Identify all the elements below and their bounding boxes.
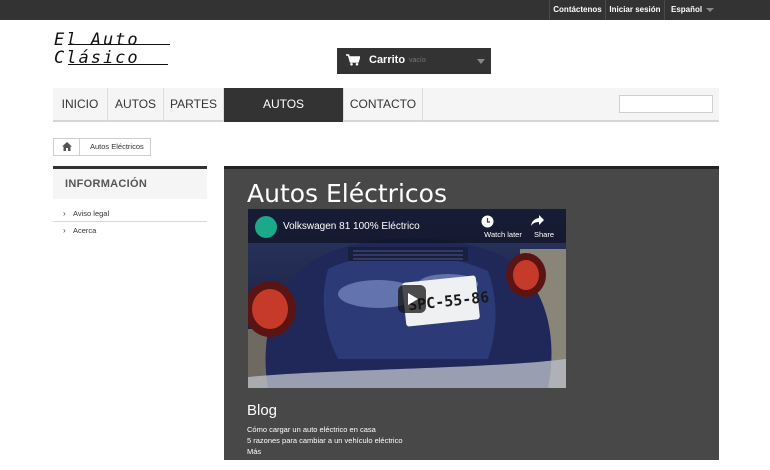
main-content: Autos Eléctricos SPC-55-86 Volkswagen 81… [224, 166, 719, 460]
chevron-down-icon [706, 8, 714, 12]
sidebar-title: INFORMACIÓN [53, 166, 207, 199]
language-label: Español [671, 5, 703, 14]
blog-link[interactable]: 5 razones para cambiar a un vehículo elé… [247, 436, 403, 445]
language-selector[interactable]: Español [664, 0, 724, 20]
search-input[interactable] [619, 95, 713, 113]
chevron-down-icon [477, 59, 485, 64]
home-icon [62, 142, 72, 151]
nav-item-partes[interactable]: PARTES [164, 88, 224, 122]
site-logo[interactable]: El Auto Clásico [54, 30, 174, 68]
chevron-right-icon: › [63, 209, 66, 218]
cart-status: vacío [409, 57, 426, 64]
sidebar-item-label: Acerca [73, 226, 97, 235]
sidebar: INFORMACIÓN › Aviso legal › Acerca [53, 166, 207, 239]
watch-later-label: Watch later [484, 230, 522, 239]
clock-icon [481, 215, 494, 228]
nav-item-inicio[interactable]: INICIO [53, 88, 108, 122]
share-button[interactable]: Share [531, 215, 557, 239]
video-player[interactable]: SPC-55-86 Volkswagen 81 100% Eléctrico W… [248, 209, 566, 388]
nav-item-contacto[interactable]: CONTACTO [344, 88, 423, 122]
share-label: Share [533, 230, 554, 239]
sidebar-item-label: Aviso legal [73, 209, 110, 218]
share-icon [531, 215, 544, 226]
channel-avatar[interactable] [255, 216, 277, 238]
main-nav: INICIO AUTOS PARTES AUTOS ELÉCTRICOS CON… [53, 88, 719, 144]
video-title[interactable]: Volkswagen 81 100% Eléctrico [283, 221, 420, 232]
breadcrumb-home[interactable] [54, 139, 80, 155]
top-bar: Contáctenos Iniciar sesión Español [0, 0, 770, 20]
breadcrumb-current: Autos Eléctricos [90, 142, 144, 151]
page-title: Autos Eléctricos [247, 179, 447, 208]
blog-heading: Blog [247, 402, 278, 419]
contact-link[interactable]: Contáctenos [549, 0, 605, 20]
logo-line-1: El Auto [54, 30, 140, 50]
sidebar-item-acerca[interactable]: › Acerca [53, 222, 207, 239]
cart-label: Carrito [369, 54, 406, 66]
login-link[interactable]: Iniciar sesión [605, 0, 664, 20]
nav-item-autos[interactable]: AUTOS [108, 88, 164, 122]
watch-later-button[interactable]: Watch later [481, 215, 525, 239]
sidebar-list: › Aviso legal › Acerca [53, 205, 207, 239]
blog-link[interactable]: Cómo cargar un auto eléctrico en casa [247, 425, 376, 434]
logo-line-2: Clásico [54, 48, 140, 68]
sidebar-item-aviso-legal[interactable]: › Aviso legal [53, 205, 207, 222]
cart-button[interactable]: Carrito vacío [337, 48, 491, 74]
chevron-right-icon: › [63, 226, 66, 235]
cart-icon [346, 54, 360, 66]
logo-underline [68, 44, 170, 45]
breadcrumb: Autos Eléctricos [53, 138, 151, 156]
nav-item-autos-electricos[interactable]: AUTOS ELÉCTRICOS [224, 88, 344, 144]
play-icon[interactable] [398, 285, 426, 313]
logo-underline [68, 64, 168, 65]
blog-more-link[interactable]: Más [247, 447, 261, 456]
